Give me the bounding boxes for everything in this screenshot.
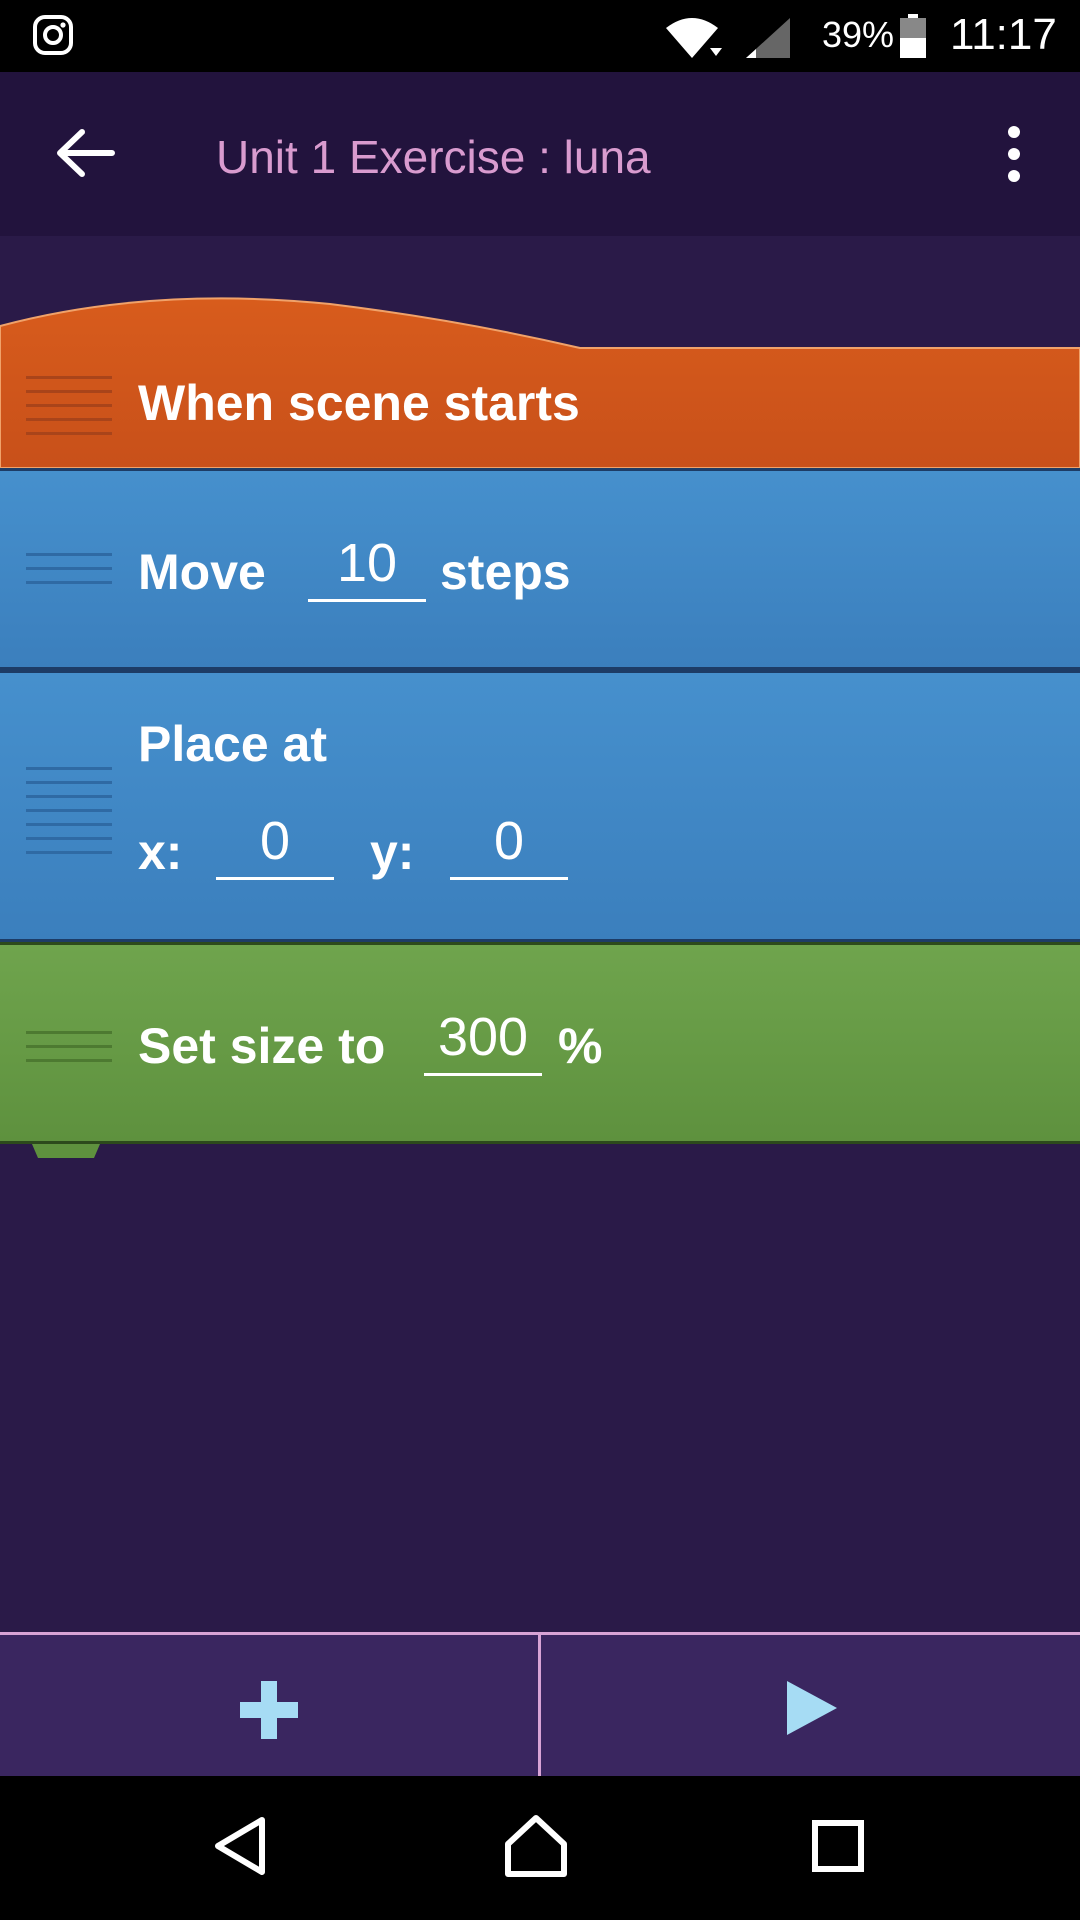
y-input[interactable]: 0: [450, 809, 568, 880]
size-input[interactable]: 300: [424, 1005, 542, 1076]
more-vert-icon[interactable]: [996, 126, 1032, 182]
x-label: x:: [138, 824, 183, 880]
play-icon: [787, 1681, 837, 1735]
drag-handle[interactable]: [26, 376, 112, 446]
instagram-icon: [33, 15, 73, 55]
move-block[interactable]: Move 10 steps: [0, 468, 1080, 670]
nav-back-icon[interactable]: [212, 1816, 268, 1876]
status-bar: 39% 11:17: [0, 0, 1080, 72]
place-at-block[interactable]: Place at x: 0 y: 0: [0, 670, 1080, 942]
block-label: Place at: [138, 716, 328, 772]
block-notch: [32, 1144, 100, 1158]
plus-icon: [240, 1681, 298, 1739]
play-button[interactable]: [541, 1635, 1080, 1779]
block-label: Move: [138, 544, 266, 600]
wifi-icon: [666, 18, 722, 58]
drag-handle[interactable]: [26, 553, 112, 595]
bottom-toolbar: [0, 1632, 1080, 1779]
set-size-block[interactable]: Set size to 300 %: [0, 942, 1080, 1144]
when-scene-starts-block[interactable]: When scene starts: [0, 296, 1080, 468]
drag-handle[interactable]: [26, 1031, 112, 1073]
block-label: Set size to: [138, 1018, 386, 1074]
battery-icon: [900, 14, 926, 58]
battery-percent: 39%: [822, 14, 895, 55]
nav-home-icon[interactable]: [504, 1814, 568, 1878]
block-label: When scene starts: [138, 375, 580, 431]
block-label: steps: [440, 544, 571, 600]
app-bar: Unit 1 Exercise : luna: [0, 72, 1080, 236]
system-nav-bar: [0, 1776, 1080, 1920]
nav-recents-icon[interactable]: [812, 1820, 864, 1872]
clock: 11:17: [950, 10, 1057, 59]
code-workspace: When scene starts Move 10 steps Place at…: [0, 236, 1080, 1632]
back-arrow-icon[interactable]: [52, 120, 118, 186]
signal-icon: [746, 18, 790, 58]
add-block-button[interactable]: [0, 1635, 538, 1779]
page-title: Unit 1 Exercise : luna: [216, 131, 651, 183]
steps-input[interactable]: 10: [308, 531, 426, 602]
y-label: y:: [370, 824, 415, 880]
block-label: %: [558, 1018, 603, 1074]
x-input[interactable]: 0: [216, 809, 334, 880]
drag-handle[interactable]: [26, 767, 112, 865]
